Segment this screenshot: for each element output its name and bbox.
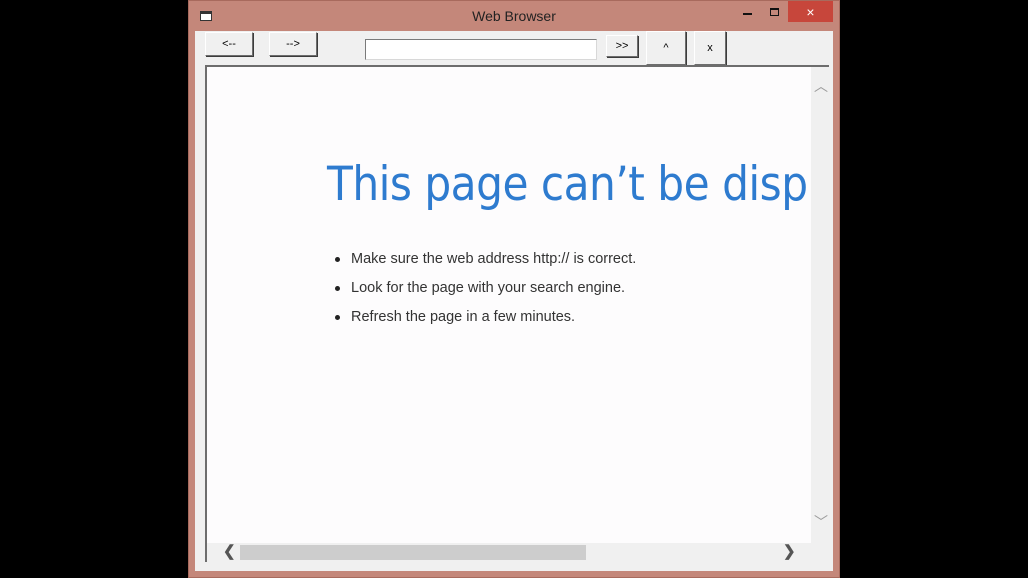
bullet-icon [335, 257, 340, 262]
client-area: <-- --> >> ^ x This page can’t be displa… [195, 31, 833, 571]
minimize-icon [743, 12, 752, 15]
tip-text: Refresh the page in a few minutes. [351, 309, 576, 325]
list-item: Make sure the web address http:// is cor… [335, 249, 637, 278]
minimize-button[interactable] [734, 1, 761, 22]
web-browser-control[interactable]: This page can’t be displayed Make sure t… [205, 65, 829, 562]
browser-window: Web Browser × <-- --> >> ^ x This page c… [188, 0, 840, 578]
error-heading: This page can’t be displayed [327, 157, 811, 212]
title-bar[interactable]: Web Browser × [189, 1, 839, 31]
up-button[interactable]: ^ [646, 31, 686, 65]
close-icon: × [806, 3, 815, 20]
scroll-thumb[interactable] [240, 545, 586, 560]
forward-button[interactable]: --> [269, 32, 317, 56]
address-input[interactable] [365, 39, 597, 60]
list-item: Look for the page with your search engin… [335, 278, 636, 307]
vertical-scrollbar[interactable]: ︿ ﹀ [811, 67, 829, 543]
scroll-left-icon[interactable]: ❮ [223, 544, 236, 559]
page-content: This page can’t be displayed Make sure t… [207, 67, 811, 543]
stop-button[interactable]: x [694, 31, 726, 65]
close-button[interactable]: × [788, 1, 833, 22]
tip-text: Look for the page with your search engin… [351, 280, 626, 296]
horizontal-scrollbar[interactable]: ❮ ❯ [207, 543, 829, 562]
back-button[interactable]: <-- [205, 32, 253, 56]
tips-list: Make sure the web address http:// is cor… [335, 249, 637, 336]
scroll-right-icon[interactable]: ❯ [783, 544, 796, 559]
list-item: Refresh the page in a few minutes. [335, 307, 636, 336]
scroll-down-icon[interactable]: ﹀ [814, 515, 828, 529]
maximize-button[interactable] [761, 1, 788, 22]
bullet-icon [335, 315, 340, 320]
scroll-up-icon[interactable]: ︿ [814, 79, 828, 93]
go-button[interactable]: >> [606, 35, 638, 57]
bullet-icon [335, 286, 340, 291]
tip-text: Make sure the web address http:// is cor… [351, 251, 637, 267]
maximize-icon [770, 7, 779, 16]
